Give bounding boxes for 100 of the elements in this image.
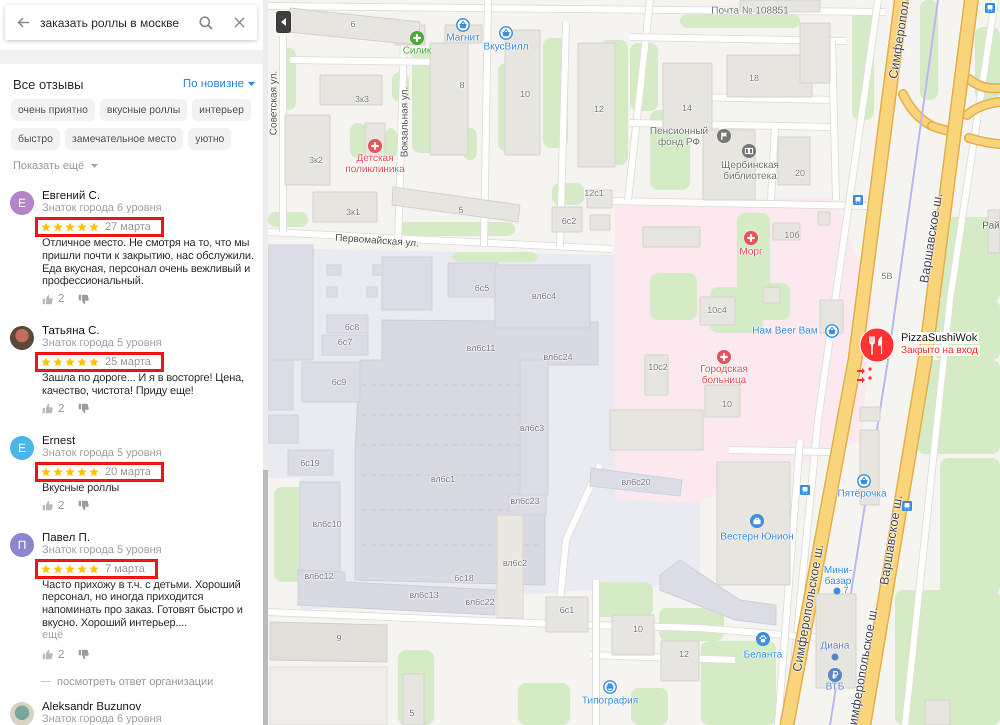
cross-icon[interactable] — [410, 31, 424, 45]
review-text: Вкусные роллы — [42, 482, 120, 495]
star-icon — [65, 357, 75, 368]
tag-chip[interactable]: интерьер — [192, 99, 251, 121]
building-number: вл6с2 — [502, 559, 528, 569]
dislike-button[interactable] — [78, 403, 90, 414]
reviewer-level: Знаток города 5 уровня — [42, 446, 163, 459]
sort-button[interactable]: По новизне — [182, 78, 255, 90]
building-number: вл6с3 — [520, 424, 544, 434]
thumbs-up-icon — [42, 649, 53, 660]
paw-icon[interactable] — [756, 632, 770, 646]
building-number: 12 — [594, 105, 604, 115]
search-field[interactable]: заказать роллы в москве — [40, 16, 199, 30]
building-number: вл6с22 — [465, 598, 495, 608]
building — [612, 614, 654, 656]
review-date: 7 марта — [105, 562, 145, 575]
tag-chip[interactable]: очень приятно — [11, 99, 95, 121]
tag-chip[interactable]: замечательное место — [64, 128, 184, 150]
building-number: 3к1 — [346, 208, 360, 218]
building-number: 6с7 — [338, 338, 352, 348]
review-date: 27 марта — [105, 221, 151, 233]
place-label[interactable]: Почта № 108851 — [711, 6, 789, 16]
reviewer-level: Знаток города 6 уровня — [42, 712, 163, 725]
reviewer-name[interactable]: Aleksandr Buzunov — [42, 700, 261, 713]
scrollbar-thumb[interactable] — [263, 470, 268, 725]
like-button[interactable]: 2 — [42, 293, 64, 306]
reviewer-name[interactable]: Ernest — [42, 434, 261, 447]
search-icon[interactable] — [199, 16, 213, 30]
dot-icon[interactable] — [832, 654, 838, 660]
building-number: 8 — [460, 81, 464, 91]
restaurant-marker-icon[interactable] — [859, 327, 895, 363]
tag-chip[interactable]: вкусные роллы — [100, 99, 188, 121]
book-icon[interactable] — [742, 144, 756, 158]
building-number: 7 — [844, 586, 848, 596]
review-text: Часто прихожу в т.ч. с детьми. Хороший персонал, но иногда приходится напоминать про заказ. Готовят быстро и вкусно. Хороший интерьер.... — [42, 578, 244, 630]
building — [288, 450, 334, 476]
dislike-button[interactable] — [78, 649, 90, 660]
place-label[interactable]: Силик — [402, 46, 432, 56]
building-number: 6с18 — [454, 574, 474, 584]
reply-link[interactable]: посмотреть ответ организации — [41, 676, 214, 688]
building-number: 5В — [882, 272, 892, 282]
building — [660, 640, 700, 682]
place-label[interactable]: ВкусВилл — [484, 42, 528, 52]
avatar: Е — [10, 191, 34, 215]
place-label[interactable]: Нам Beer Вам — [752, 326, 818, 336]
place-label[interactable]: Мини-базар — [819, 565, 857, 587]
collapse-panel-button[interactable] — [276, 11, 291, 33]
dislike-button[interactable] — [78, 500, 90, 512]
cross-icon[interactable] — [717, 350, 731, 364]
scrollbar[interactable] — [263, 0, 268, 725]
bus-stop-icon — [853, 195, 863, 205]
dislike-button[interactable] — [78, 294, 90, 305]
back-icon[interactable] — [17, 17, 30, 28]
reviewer-name[interactable]: Павел П. — [42, 532, 261, 544]
place-label[interactable]: Типография — [582, 696, 638, 706]
building — [402, 674, 424, 725]
building-number: 6с5 — [474, 284, 490, 294]
building-number: вл6с20 — [621, 478, 651, 488]
star-icon — [53, 564, 63, 574]
place-label[interactable]: Магнит — [446, 32, 480, 44]
tag-chip[interactable]: быстро — [11, 128, 60, 150]
dot-icon[interactable] — [834, 588, 840, 594]
reviewer-level: Знаток города 5 уровня — [42, 337, 163, 350]
thumbs-up-icon — [42, 500, 53, 512]
show-more-button[interactable]: Показать ещё — [13, 159, 98, 173]
place-label[interactable]: Диана — [820, 640, 850, 652]
close-icon[interactable] — [234, 17, 245, 28]
briefcase-icon[interactable] — [750, 514, 764, 528]
reviewer-name[interactable]: Татьяна С. — [42, 325, 261, 338]
thumbs-up-icon — [42, 294, 53, 305]
like-button[interactable]: 2 — [42, 500, 64, 512]
thumbs-down-icon — [78, 403, 90, 414]
like-button[interactable]: 2 — [42, 648, 64, 661]
reviewer-level: Знаток города 5 уровня — [42, 544, 163, 556]
place-label[interactable]: Вестерн Юнион — [720, 532, 794, 542]
star-icon — [77, 357, 87, 368]
building-number: 10с2 — [648, 363, 668, 373]
place-label[interactable]: Рай — [982, 220, 1000, 232]
star-icon — [53, 466, 63, 477]
ruble-icon[interactable] — [828, 668, 842, 682]
cross-icon[interactable] — [744, 231, 758, 245]
place-label[interactable]: Пятёрочка — [838, 488, 886, 500]
reviewer-name[interactable]: Евгений С. — [42, 190, 261, 202]
place-label[interactable]: Морг — [739, 246, 763, 258]
like-button[interactable]: 2 — [42, 402, 64, 415]
flag-icon[interactable] — [717, 129, 731, 143]
building — [700, 296, 736, 326]
building — [772, 222, 800, 240]
place-label[interactable]: Городская больница — [691, 364, 757, 386]
place-name[interactable]: PizzaSushiWok — [899, 332, 980, 344]
more-link[interactable]: ещё — [42, 630, 261, 641]
star-icon — [89, 466, 99, 477]
cross-icon[interactable] — [368, 139, 382, 153]
place-label[interactable]: Пенсионный фонд РФ — [648, 126, 710, 148]
star-icon — [41, 466, 51, 477]
place-label[interactable]: ВТБ — [826, 682, 844, 692]
tag-chip[interactable]: уютно — [188, 128, 232, 150]
place-label[interactable]: Беланта — [744, 650, 782, 660]
place-label[interactable]: Щербинская библиотека — [715, 160, 785, 182]
building-number: вл6с1 — [430, 475, 456, 485]
